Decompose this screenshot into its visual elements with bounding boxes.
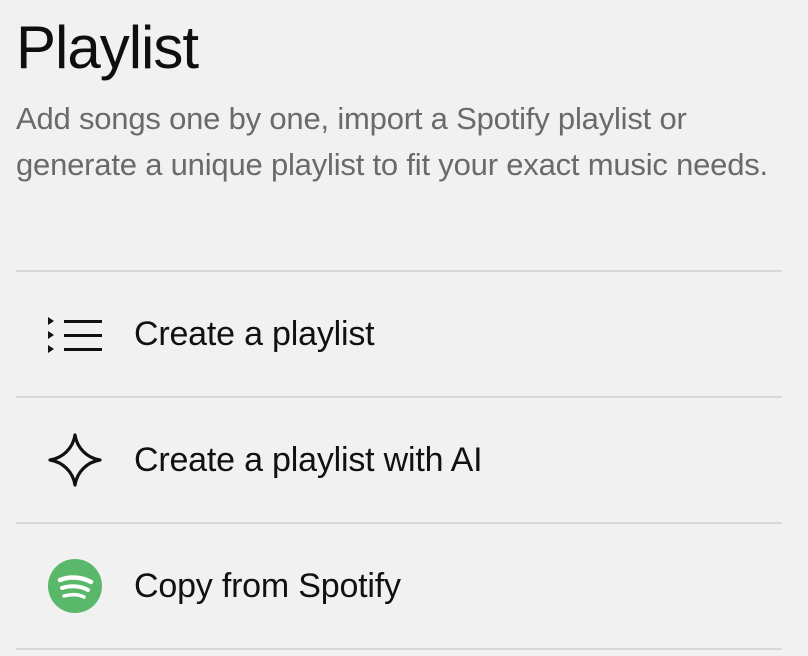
- playlist-panel: Playlist Add songs one by one, import a …: [0, 0, 808, 656]
- playlist-icon: [46, 305, 104, 363]
- create-playlist-option[interactable]: Create a playlist: [16, 272, 782, 398]
- page-title: Playlist: [16, 14, 199, 81]
- page-subtitle: Add songs one by one, import a Spotify p…: [16, 101, 768, 182]
- spotify-icon: [46, 557, 104, 615]
- ai-sparkle-icon: [46, 431, 104, 489]
- copy-from-spotify-label: Copy from Spotify: [134, 567, 401, 605]
- playlist-options-menu: Create a playlist Create a playlist with…: [16, 270, 782, 650]
- copy-from-spotify-option[interactable]: Copy from Spotify: [16, 524, 782, 650]
- create-playlist-label: Create a playlist: [134, 315, 375, 353]
- create-ai-playlist-option[interactable]: Create a playlist with AI: [16, 398, 782, 524]
- create-ai-playlist-label: Create a playlist with AI: [134, 441, 483, 479]
